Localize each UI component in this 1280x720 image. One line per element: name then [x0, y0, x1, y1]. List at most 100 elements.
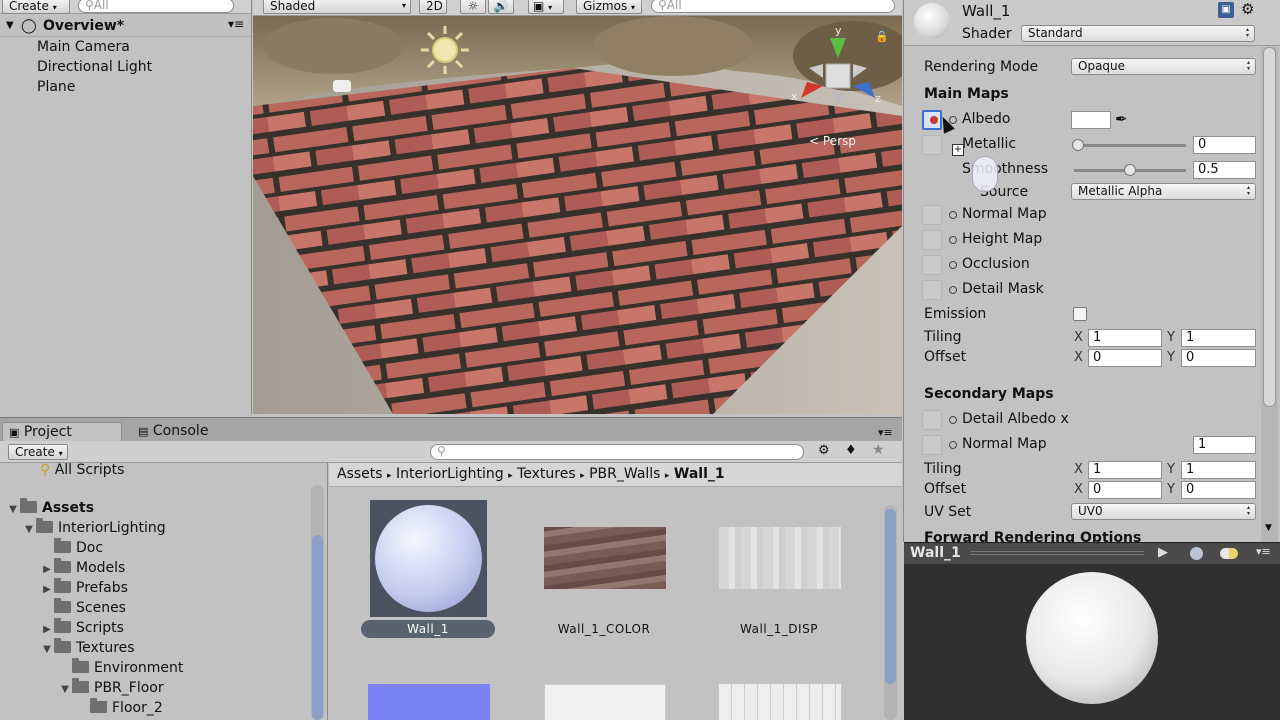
secondary-normal-dot-icon[interactable]	[949, 441, 957, 449]
breadcrumb-item[interactable]: Textures	[517, 466, 576, 482]
tiling-x-field[interactable]: 1	[1088, 329, 1162, 347]
gizmos-dropdown[interactable]: Gizmos ▾	[576, 0, 642, 14]
scene-camera-icon[interactable]	[333, 80, 351, 92]
hierarchy-item[interactable]: Directional Light	[37, 59, 152, 75]
tree-scroll-thumb[interactable]	[312, 535, 323, 720]
occlusion-dot-icon[interactable]	[949, 261, 957, 269]
texture-thumb-disp[interactable]	[719, 527, 841, 589]
tree-item[interactable]: ▶ Prefabs	[40, 578, 128, 598]
tab-project[interactable]: ▣ Project	[2, 422, 122, 442]
secondary-offset-y-field[interactable]: 0	[1181, 481, 1256, 499]
rendering-mode-dropdown[interactable]: Opaque	[1071, 58, 1256, 75]
collapsed-triangle-icon[interactable]: ▶	[40, 560, 54, 580]
texture-thumb-normal[interactable]	[368, 684, 490, 720]
tree-item[interactable]: Environment	[58, 658, 183, 678]
normal-map-slot[interactable]	[922, 205, 942, 225]
scene-search-input[interactable]: ⚲All	[651, 0, 895, 13]
tree-item[interactable]: ▼ Assets	[6, 498, 94, 518]
sphere-preview-icon[interactable]	[1190, 547, 1203, 560]
expanded-triangle-icon[interactable]: ▼	[22, 520, 36, 540]
orientation-gizmo[interactable]: y x z	[791, 24, 883, 118]
smoothness-slider-knob[interactable]	[1124, 164, 1136, 176]
texture-thumb-white[interactable]	[544, 684, 666, 720]
play-icon[interactable]: ▶	[1158, 545, 1168, 560]
secondary-tiling-x-field[interactable]: 1	[1088, 461, 1162, 479]
forward-rendering-options-header[interactable]: Forward Rendering Options	[904, 527, 1260, 542]
lighting-toggle-icon[interactable]: ☼	[460, 0, 486, 14]
preview-menu-icon[interactable]: ▾≡	[1256, 545, 1271, 558]
tree-item[interactable]: ▼ PBR_Floor	[58, 678, 164, 698]
secondary-tiling-y-field[interactable]: 1	[1181, 461, 1256, 479]
hierarchy-item[interactable]: Main Camera	[37, 39, 130, 55]
detail-albedo-dot-icon[interactable]	[949, 416, 957, 424]
lock-icon[interactable]: 🔒	[875, 30, 889, 43]
filter-label-icon[interactable]: ♦	[845, 443, 857, 458]
project-create-button[interactable]: Create ▾	[8, 444, 68, 460]
breadcrumb-item[interactable]: PBR_Walls	[589, 466, 660, 482]
breadcrumb-item[interactable]: Wall_1	[674, 466, 725, 482]
asset-tile-material[interactable]	[370, 500, 487, 617]
smoothness-value-field[interactable]: 0.5	[1193, 161, 1256, 179]
detail-mask-slot[interactable]	[922, 280, 942, 300]
height-map-slot[interactable]	[922, 230, 942, 250]
tab-console[interactable]: ▤ Console	[132, 422, 252, 442]
light-toggle-icon[interactable]	[1220, 548, 1238, 559]
collapsed-triangle-icon[interactable]: ▶	[40, 620, 54, 640]
expanded-triangle-icon[interactable]: ▼	[6, 500, 20, 520]
tree-item[interactable]: Doc	[40, 538, 103, 558]
expanded-triangle-icon[interactable]: ▼	[40, 640, 54, 660]
breadcrumb-item[interactable]: Assets	[337, 466, 383, 482]
tree-scrollbar[interactable]	[311, 485, 324, 720]
uv-set-dropdown[interactable]: UV0	[1071, 503, 1256, 520]
height-map-dot-icon[interactable]	[949, 236, 957, 244]
persp-label[interactable]: < Persp	[809, 134, 856, 148]
secondary-offset-x-field[interactable]: 0	[1088, 481, 1162, 499]
tree-item[interactable]: Floor_2	[76, 698, 163, 718]
scroll-down-arrow[interactable]: ▼	[1265, 523, 1272, 533]
inspector-scrollbar[interactable]: ▼	[1261, 47, 1278, 542]
texture-thumb-color[interactable]	[544, 527, 666, 589]
hierarchy-search-input[interactable]: ⚲All	[78, 0, 234, 13]
hierarchy-create-button[interactable]: Create ▾	[2, 0, 70, 14]
metallic-slider-knob[interactable]	[1072, 139, 1084, 151]
eyedropper-icon[interactable]: ✒	[1115, 110, 1128, 128]
asset-scroll-thumb[interactable]	[885, 509, 896, 684]
shader-dropdown[interactable]: Standard	[1021, 25, 1255, 42]
mode-2d-button[interactable]: 2D	[419, 0, 447, 14]
tree-item[interactable]: ▶ Models	[40, 558, 125, 578]
detail-mask-dot-icon[interactable]	[949, 286, 957, 294]
tree-item[interactable]: ▼ Textures	[40, 638, 135, 658]
offset-x-field[interactable]: 0	[1088, 349, 1162, 367]
tree-item[interactable]: Scenes	[40, 598, 126, 618]
audio-toggle-icon[interactable]: 🔊	[488, 0, 514, 14]
material-preview-area[interactable]	[904, 564, 1280, 720]
expand-triangle-icon[interactable]: ▼	[6, 20, 14, 31]
panel-menu-icon[interactable]: ▾≡	[878, 426, 893, 439]
source-dropdown[interactable]: Metallic Alpha	[1071, 183, 1256, 200]
secondary-normal-map-slot[interactable]	[922, 435, 942, 455]
tiling-y-field[interactable]: 1	[1181, 329, 1256, 347]
albedo-color-swatch[interactable]	[1071, 111, 1111, 129]
expanded-triangle-icon[interactable]: ▼	[58, 680, 72, 700]
preview-drag-handle[interactable]	[970, 551, 1144, 555]
tree-item[interactable]: ▼ InteriorLighting	[22, 518, 166, 538]
offset-y-field[interactable]: 0	[1181, 349, 1256, 367]
normal-map-dot-icon[interactable]	[949, 211, 957, 219]
project-search-input[interactable]: ⚲	[430, 444, 804, 460]
detail-albedo-slot[interactable]	[922, 410, 942, 430]
occlusion-slot[interactable]	[922, 255, 942, 275]
metallic-texture-slot[interactable]	[922, 135, 942, 155]
favorite-star-icon[interactable]: ★	[872, 442, 885, 458]
filter-type-icon[interactable]: ⚙	[818, 443, 830, 458]
breadcrumb-item[interactable]: InteriorLighting	[396, 466, 504, 482]
gear-icon[interactable]: ⚙	[1241, 0, 1254, 18]
collapsed-triangle-icon[interactable]: ▶	[40, 580, 54, 600]
asset-scrollbar[interactable]	[884, 505, 897, 720]
scene-row[interactable]: ▼ ◯ Overview* ▾≡	[0, 17, 251, 37]
tree-item[interactable]: ▶ Scripts	[40, 618, 124, 638]
metallic-value-field[interactable]: 0	[1193, 136, 1256, 154]
book-help-icon[interactable]: ▣	[1218, 2, 1234, 18]
emission-checkbox[interactable]	[1073, 307, 1087, 321]
scene-menu-icon[interactable]: ▾≡	[228, 17, 244, 31]
metallic-slider-track[interactable]	[1074, 144, 1186, 147]
